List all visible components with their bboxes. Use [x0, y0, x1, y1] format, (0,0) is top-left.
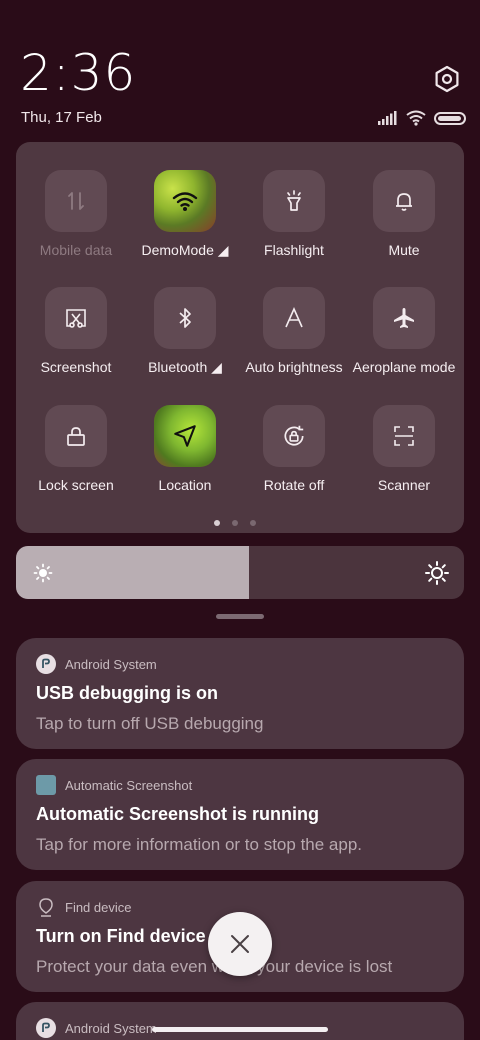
tile-label: Scanner: [377, 477, 431, 493]
tile-label: Lock screen: [38, 477, 114, 493]
location-arrow-icon: [154, 405, 216, 467]
tile-screenshot[interactable]: Screenshot: [21, 287, 131, 375]
drag-handle[interactable]: [216, 614, 264, 619]
scanner-icon: [373, 405, 435, 467]
clock-time: 2:36: [20, 44, 137, 102]
notification-app-name: Android System: [65, 1020, 157, 1036]
brightness-high-icon: [425, 561, 449, 585]
tile-lock-screen[interactable]: Lock screen: [21, 405, 131, 493]
tile-scanner[interactable]: Scanner: [349, 405, 459, 493]
wifi-icon: [154, 170, 216, 232]
notification-app-name: Find device: [65, 899, 132, 915]
date-label: Thu, 17 Feb: [21, 109, 102, 126]
page-dot[interactable]: [232, 520, 238, 526]
tile-label: DemoMode ◢: [141, 242, 229, 258]
tile-demomode[interactable]: DemoMode ◢: [130, 170, 240, 259]
mobile-data-icon: [45, 170, 107, 232]
tile-label: Flashlight: [264, 242, 324, 258]
bell-icon: [373, 170, 435, 232]
tile-label: Aeroplane mode: [352, 359, 456, 375]
tile-rotate-off[interactable]: Rotate off: [239, 405, 349, 493]
notification-automatic-screenshot[interactable]: Automatic Screenshot Automatic Screensho…: [16, 759, 464, 870]
wifi-status-icon: [406, 110, 426, 126]
automatic-screenshot-app-icon: [36, 775, 56, 795]
page-dot[interactable]: [250, 520, 256, 526]
tile-flashlight[interactable]: Flashlight: [239, 170, 349, 258]
rotate-lock-icon: [263, 405, 325, 467]
battery-icon: [434, 111, 466, 125]
notification-usb-debugging[interactable]: Android System USB debugging is on Tap t…: [16, 638, 464, 749]
tile-label: Screenshot: [40, 359, 112, 375]
notification-title: Automatic Screenshot is running: [36, 804, 320, 824]
bluetooth-icon: [154, 287, 216, 349]
notification-title: USB debugging is on: [36, 683, 218, 703]
quick-settings-panel: Mobile data DemoMode ◢ Flashlight Mute S…: [16, 142, 464, 533]
tile-label: Bluetooth ◢: [148, 359, 222, 375]
android-system-icon: [36, 1018, 56, 1038]
signal-icon: [378, 111, 397, 125]
brightness-low-icon: [33, 563, 53, 583]
tile-label: Auto brightness: [245, 359, 343, 375]
tile-label: Mute: [388, 242, 420, 258]
page-dot[interactable]: [214, 520, 220, 526]
notification-text: Tap to turn off USB debugging: [36, 714, 264, 733]
tile-auto-brightness[interactable]: Auto brightness: [239, 287, 349, 375]
notification-android-system[interactable]: Android System: [16, 1002, 464, 1040]
notification-app-name: Automatic Screenshot: [65, 777, 193, 793]
tile-bluetooth[interactable]: Bluetooth ◢: [130, 287, 240, 376]
close-icon: [231, 935, 249, 953]
page-indicator: [214, 520, 256, 526]
tile-label: Mobile data: [39, 242, 113, 258]
notification-text: Tap for more information or to stop the …: [36, 835, 363, 854]
find-device-location-pin-icon: [39, 898, 53, 917]
home-indicator-bar[interactable]: [152, 1027, 328, 1032]
tile-mobile-data[interactable]: Mobile data: [21, 170, 131, 258]
tile-label: Location: [158, 477, 212, 493]
lock-icon: [45, 405, 107, 467]
auto-brightness-icon: [263, 287, 325, 349]
tile-location[interactable]: Location: [130, 405, 240, 493]
android-system-icon: [36, 654, 56, 674]
tile-aeroplane-mode[interactable]: Aeroplane mode: [349, 287, 459, 375]
brightness-slider[interactable]: [16, 546, 464, 599]
screenshot-scissors-icon: [45, 287, 107, 349]
tile-label: Rotate off: [263, 477, 325, 493]
airplane-icon: [373, 287, 435, 349]
notification-app-name: Android System: [65, 656, 157, 672]
settings-gear-icon[interactable]: [432, 64, 462, 94]
tile-mute[interactable]: Mute: [349, 170, 459, 258]
clear-all-notifications-button[interactable]: [208, 912, 272, 976]
flashlight-icon: [263, 170, 325, 232]
status-bar-icons: [378, 108, 466, 128]
